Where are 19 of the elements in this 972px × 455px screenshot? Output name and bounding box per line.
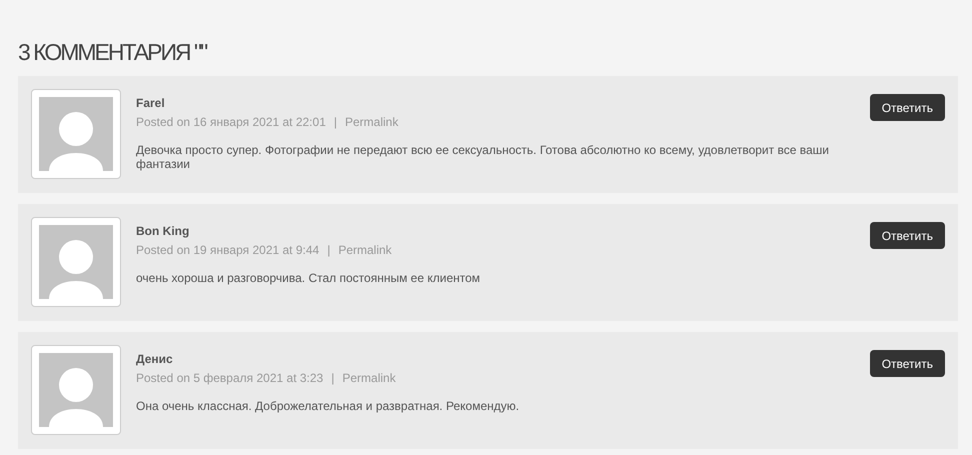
avatar-silhouette-icon (39, 225, 113, 299)
reply-button[interactable]: Ответить (870, 350, 945, 377)
avatar-silhouette-icon (39, 97, 113, 171)
separator-text: | (334, 115, 337, 129)
reply-button[interactable]: Ответить (870, 222, 945, 249)
comment-author: Farel (136, 96, 165, 110)
comment-author: Bon King (136, 224, 190, 238)
comments-heading: 3 КОММЕНТАРИЯ "" (18, 38, 206, 66)
reply-button[interactable]: Ответить (870, 94, 945, 121)
comment-author: Денис (136, 352, 173, 366)
comment-date: Posted on 5 февраля 2021 at 3:23 (136, 371, 324, 385)
comment-date: Posted on 19 января 2021 at 9:44 (136, 243, 320, 257)
comment-text: Она очень классная. Доброжелательная и развратная. Рекомендую. (136, 399, 520, 413)
separator-text: | (327, 243, 330, 257)
separator-text: | (331, 371, 334, 385)
comment-date: Posted on 16 января 2021 at 22:01 (136, 115, 326, 129)
comment-text: очень хороша и разговорчива. Стал постоянным ее клиентом (136, 271, 482, 285)
avatar-silhouette-icon (39, 353, 113, 427)
comment-text: Девочка просто супер. Фотографии не передают всю ее сексуальность. Готова абсолютно ко всему, удовлетворит все ваши фантазии (136, 143, 830, 171)
